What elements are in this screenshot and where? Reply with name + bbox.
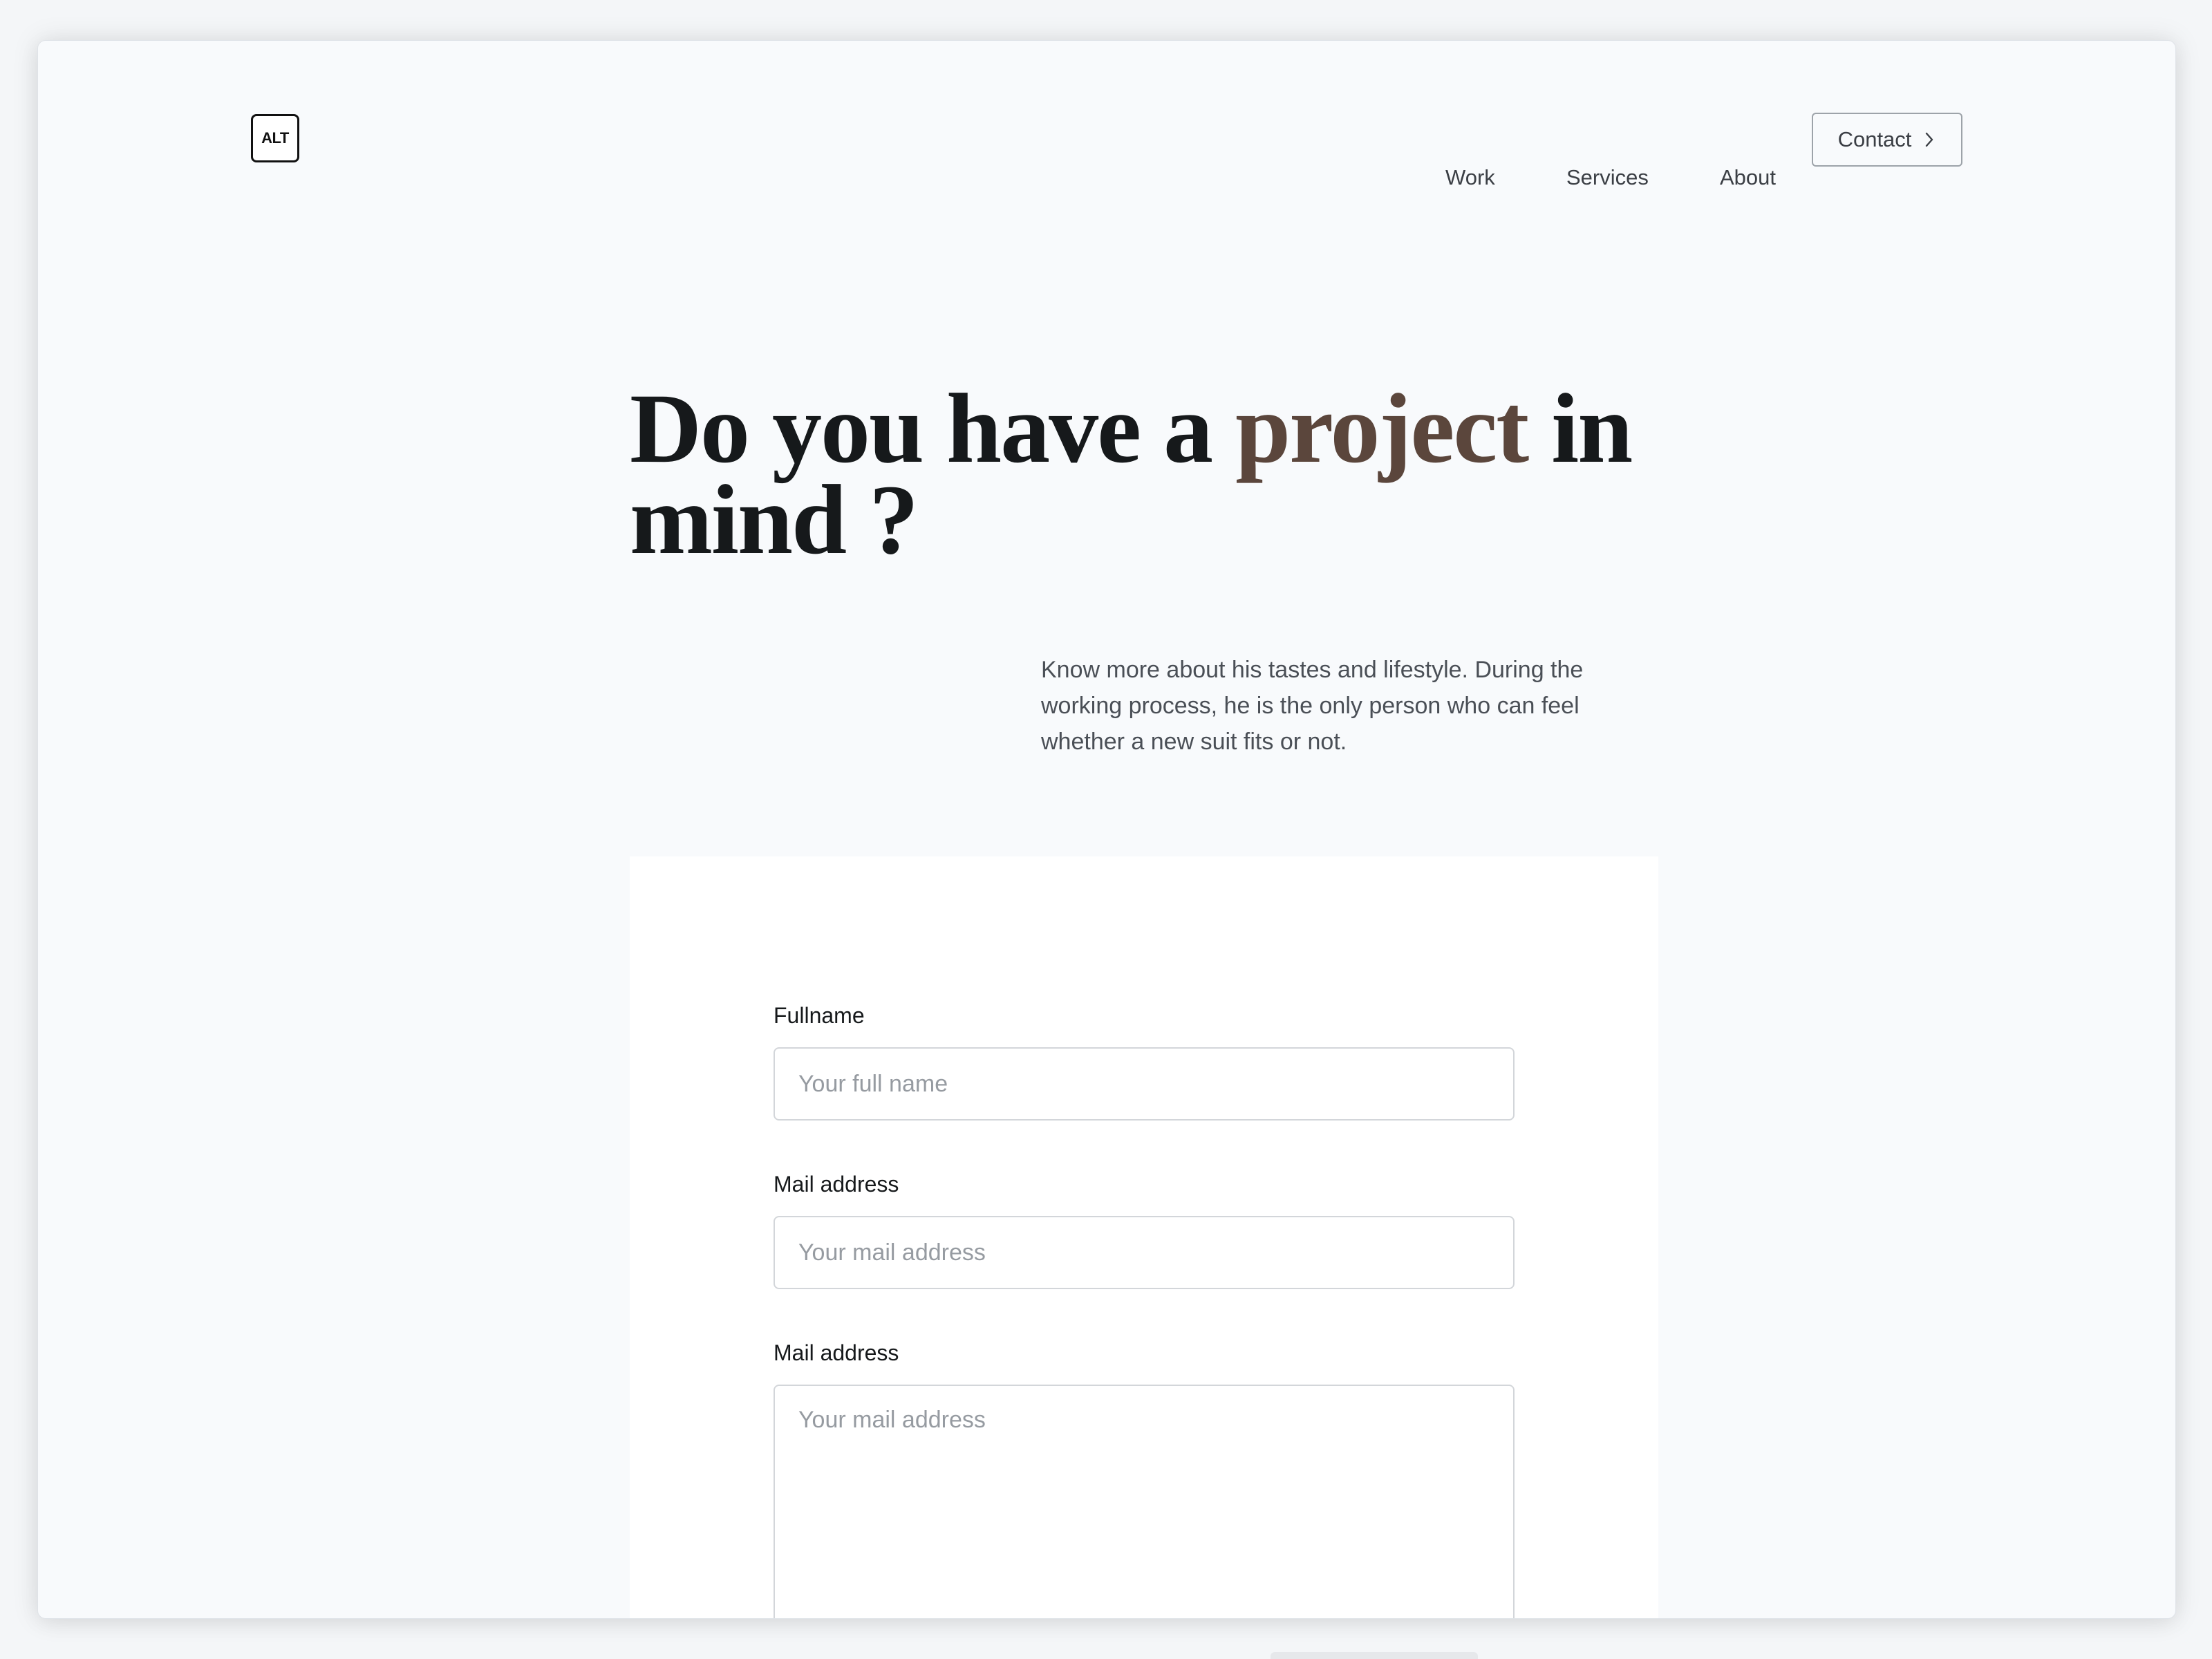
nav-link-work[interactable]: Work [1445,165,1495,190]
scroll-hint [1271,1652,1478,1659]
contact-button-label: Contact [1837,127,1912,151]
page-title: Do you have a project in mind ? [630,379,1708,570]
nav-link-about[interactable]: About [1720,165,1776,190]
message-label: Mail address [774,1340,899,1365]
message-textarea[interactable] [774,1385,1515,1618]
nav-link-services[interactable]: Services [1566,165,1649,190]
contact-button[interactable]: Contact [1812,113,1962,167]
hero-description: Know more about his tastes and lifestyle… [1041,657,1584,755]
logo[interactable]: ALT [251,114,299,162]
browser-window: ALT Work Services About Contact Do you h… [37,40,2176,1619]
fullname-input[interactable] [774,1047,1515,1121]
contact-form: Fullname Mail address Mail address [630,856,1658,1618]
logo-text: ALT [261,129,289,147]
mail-address-label: Mail address [774,1172,899,1197]
chevron-right-icon [1926,132,1933,147]
fullname-label: Fullname [774,1003,865,1028]
mail-address-input[interactable] [774,1216,1515,1289]
title-accent-word: project [1235,374,1529,484]
